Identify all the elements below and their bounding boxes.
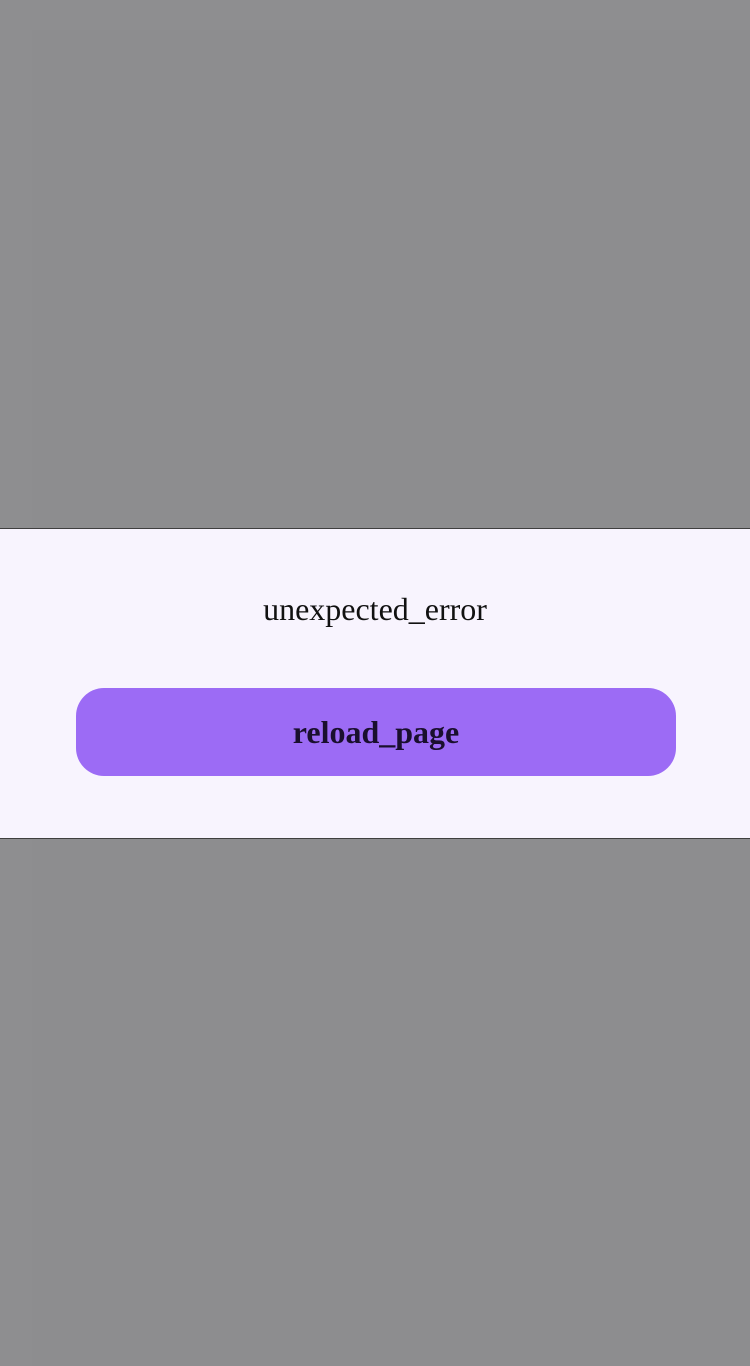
- error-dialog: unexpected_error reload_page: [0, 528, 750, 839]
- backdrop-edge: [0, 0, 750, 30]
- error-message: unexpected_error: [263, 591, 487, 627]
- reload-page-button[interactable]: reload_page: [76, 688, 676, 776]
